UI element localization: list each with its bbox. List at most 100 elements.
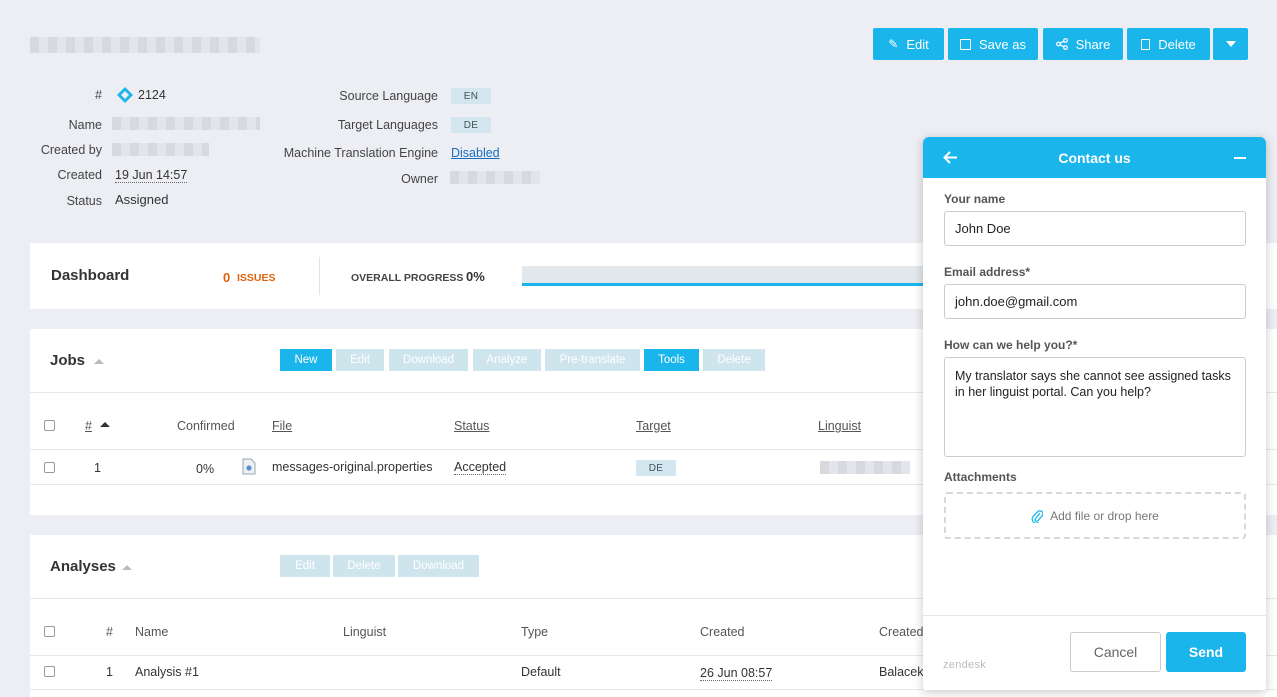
- overall-progress-value: 0%: [466, 269, 485, 284]
- properties-file-icon: [242, 458, 256, 475]
- jobs-col-confirmed: Confirmed: [177, 419, 235, 433]
- delete-button-label: Delete: [1158, 36, 1196, 52]
- analyses-select-all-checkbox[interactable]: [44, 626, 55, 637]
- jobs-select-all-checkbox[interactable]: [44, 420, 55, 431]
- analysis-row-num: 1: [106, 665, 113, 679]
- mt-engine-link[interactable]: Disabled: [451, 146, 500, 160]
- analyses-download-button[interactable]: Download: [398, 555, 479, 577]
- caret-down-icon: [1225, 41, 1236, 47]
- back-arrow-icon[interactable]: [943, 151, 958, 164]
- save-as-button[interactable]: Save as: [948, 28, 1038, 60]
- email-input[interactable]: john.doe@gmail.com: [944, 284, 1246, 319]
- analyses-title: Analyses: [50, 558, 116, 575]
- help-field-label: How can we help you?*: [944, 338, 1078, 352]
- created-value: 19 Jun 14:57: [115, 168, 188, 183]
- dashboard-divider: [319, 257, 320, 295]
- contact-widget: Contact us Your name John Doe Email addr…: [923, 137, 1266, 690]
- share-button-label: Share: [1075, 36, 1111, 52]
- created-by-label: Created by: [40, 143, 102, 157]
- jobs-title: Jobs: [50, 352, 86, 369]
- source-language-badge: EN: [451, 88, 491, 104]
- jobs-tools-button[interactable]: Tools: [644, 349, 699, 371]
- more-actions-dropdown[interactable]: [1213, 28, 1248, 60]
- analyses-col-name: Name: [135, 625, 169, 639]
- job-row-target-badge: DE: [636, 460, 676, 476]
- jobs-pretranslate-button[interactable]: Pre-translate: [545, 349, 640, 371]
- owner-label: Owner: [401, 172, 438, 186]
- jobs-collapse-icon[interactable]: [94, 359, 104, 364]
- created-label: Created: [57, 168, 102, 182]
- share-button[interactable]: Share: [1043, 28, 1123, 60]
- edit-button[interactable]: ✎ Edit: [873, 28, 944, 60]
- analysis-row-created: 26 Jun 08:57: [700, 666, 773, 681]
- analysis-row-name-link[interactable]: Analysis #1: [135, 665, 199, 679]
- widget-footer-divider: [923, 615, 1266, 616]
- issues-label[interactable]: ISSUES: [237, 272, 276, 284]
- source-language-label: Source Language: [339, 89, 438, 103]
- contact-widget-title: Contact us: [1058, 149, 1131, 166]
- dashboard-title: Dashboard: [51, 267, 130, 284]
- jobs-col-status[interactable]: Status: [454, 419, 489, 433]
- analysis-row-type: Default: [521, 665, 561, 679]
- name-label: Name: [68, 118, 102, 132]
- contact-widget-header: Contact us: [923, 137, 1266, 178]
- analyses-col-created-by: Created: [879, 625, 924, 639]
- mt-engine-label: Machine Translation Engine: [283, 146, 438, 160]
- created-by-value-redacted: [112, 143, 209, 156]
- trash-icon: [1141, 38, 1151, 50]
- share-icon: [1055, 38, 1068, 50]
- jobs-delete-button[interactable]: Delete: [703, 349, 765, 371]
- name-value-redacted: [112, 117, 260, 130]
- jobs-col-num[interactable]: #: [85, 419, 92, 433]
- name-field-label: Your name: [944, 192, 1006, 206]
- email-field-label: Email address*: [944, 265, 1031, 279]
- status-label: Status: [66, 194, 102, 208]
- name-input[interactable]: John Doe: [944, 211, 1246, 246]
- owner-value-redacted: [450, 171, 540, 184]
- job-row-file-link[interactable]: messages-original.properties: [272, 460, 433, 474]
- project-logo-icon: [117, 87, 133, 103]
- job-row-confirmed: 0%: [196, 462, 215, 476]
- help-textarea[interactable]: My translator says she cannot see assign…: [944, 357, 1246, 457]
- jobs-col-file[interactable]: File: [272, 419, 292, 433]
- jobs-edit-button[interactable]: Edit: [336, 349, 384, 371]
- analysis-row-created-by: Balacek: [879, 665, 924, 679]
- delete-button[interactable]: Delete: [1127, 28, 1210, 60]
- jobs-analyze-button[interactable]: Analyze: [473, 349, 541, 371]
- paperclip-icon: [1031, 509, 1044, 523]
- edit-button-label: Edit: [906, 36, 929, 52]
- save-as-button-label: Save as: [979, 36, 1026, 52]
- send-button[interactable]: Send: [1166, 632, 1246, 672]
- status-value: Assigned: [115, 192, 169, 207]
- target-languages-label: Target Languages: [337, 118, 438, 132]
- attachments-hint: Add file or drop here: [1050, 508, 1159, 523]
- analyses-delete-button[interactable]: Delete: [333, 555, 395, 577]
- jobs-new-button[interactable]: New: [280, 349, 332, 371]
- analysis-row-checkbox[interactable]: [44, 666, 55, 677]
- issues-count[interactable]: 0: [223, 270, 230, 285]
- jobs-sort-asc-icon[interactable]: [100, 422, 110, 427]
- id-label: #: [95, 88, 102, 102]
- overall-progress-label: OVERALL PROGRESS: [351, 272, 464, 284]
- attachments-dropzone[interactable]: Add file or drop here: [944, 492, 1246, 539]
- job-row-linguist-redacted: [820, 461, 910, 474]
- minimize-icon[interactable]: [1234, 157, 1246, 159]
- cancel-button[interactable]: Cancel: [1070, 632, 1161, 672]
- floppy-icon: [960, 38, 971, 50]
- analyses-col-created: Created: [700, 625, 745, 639]
- overall-progress-bar: [522, 266, 932, 286]
- jobs-download-button[interactable]: Download: [389, 349, 468, 371]
- jobs-col-linguist[interactable]: Linguist: [818, 419, 861, 433]
- attachments-label: Attachments: [944, 470, 1017, 484]
- analyses-col-num: #: [106, 625, 113, 639]
- id-value: 2124: [138, 88, 166, 102]
- job-row-status[interactable]: Accepted: [454, 460, 507, 475]
- jobs-col-target[interactable]: Target: [636, 419, 671, 433]
- job-row-checkbox[interactable]: [44, 462, 55, 473]
- analyses-col-linguist: Linguist: [343, 625, 387, 639]
- analyses-collapse-icon[interactable]: [122, 565, 132, 570]
- analyses-edit-button[interactable]: Edit: [280, 555, 330, 577]
- analyses-col-type: Type: [521, 625, 549, 639]
- project-title-redacted: [30, 37, 260, 53]
- zendesk-logo[interactable]: zendesk: [943, 659, 986, 671]
